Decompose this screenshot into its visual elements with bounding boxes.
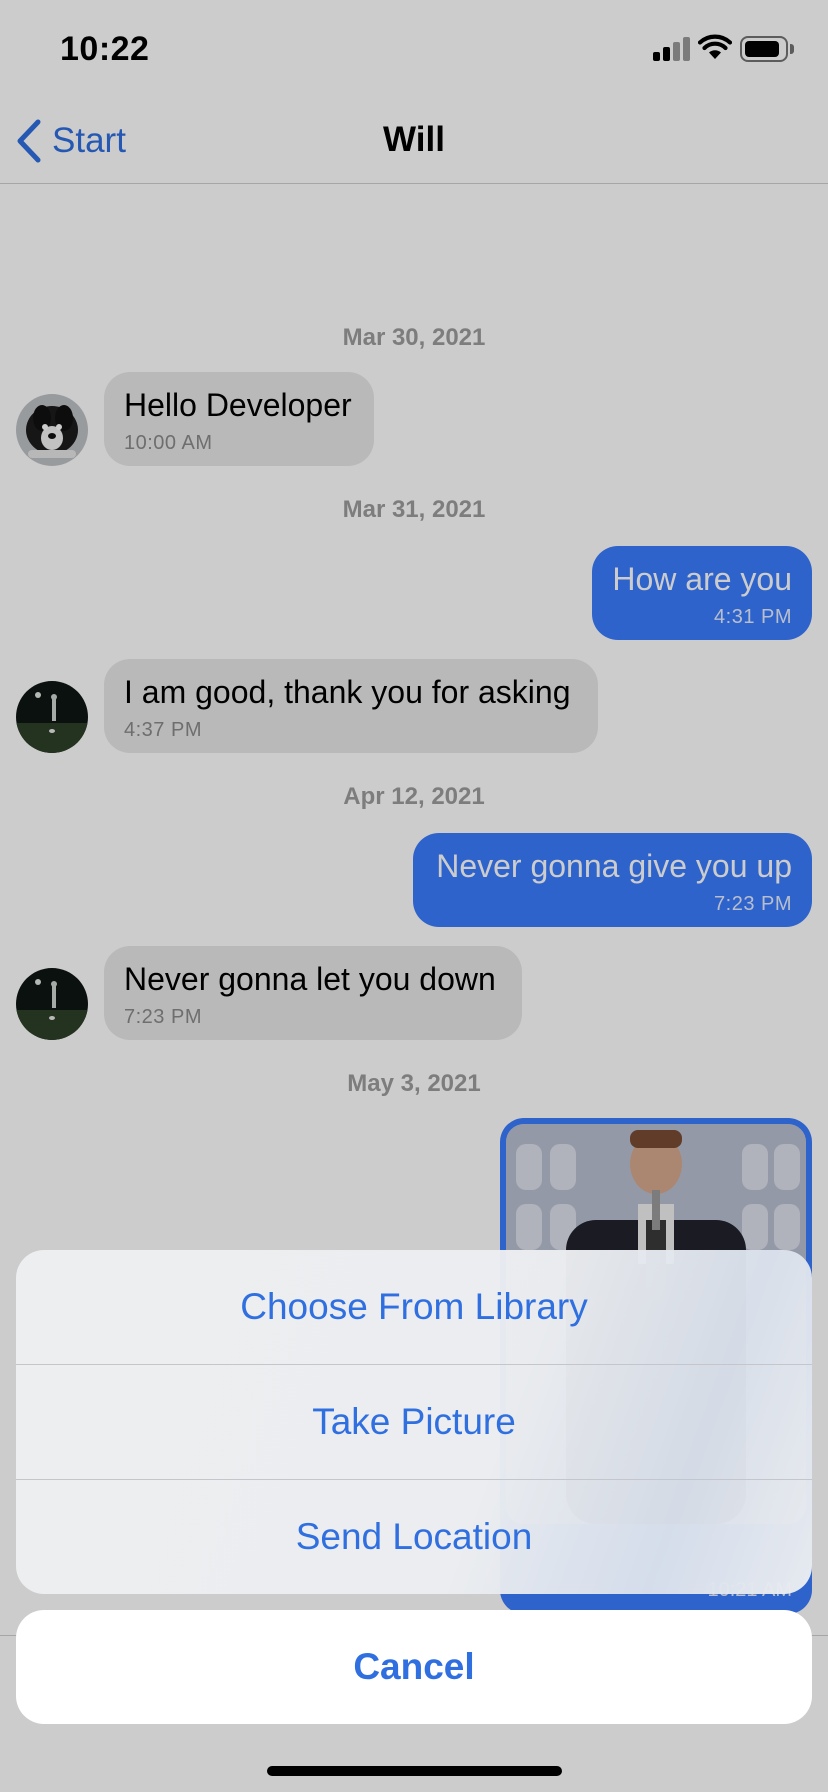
cancel-button[interactable]: Cancel xyxy=(16,1610,812,1724)
choose-from-library-button[interactable]: Choose From Library xyxy=(16,1250,812,1365)
home-indicator[interactable] xyxy=(267,1766,562,1776)
action-sheet: Choose From Library Take Picture Send Lo… xyxy=(16,1250,812,1594)
send-location-button[interactable]: Send Location xyxy=(16,1480,812,1594)
take-picture-button[interactable]: Take Picture xyxy=(16,1365,812,1480)
